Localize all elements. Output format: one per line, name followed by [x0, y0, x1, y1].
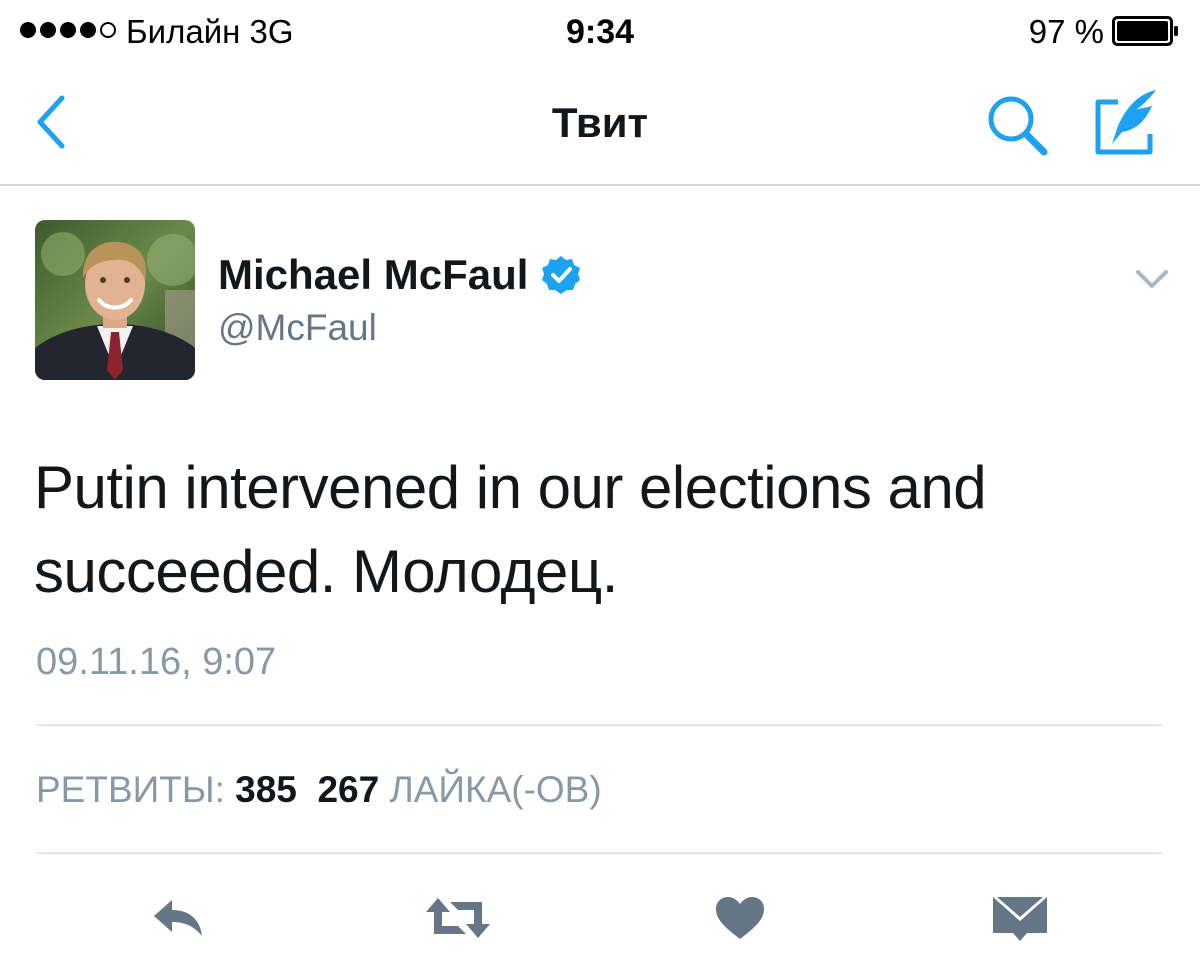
- compose-tweet-icon[interactable]: [1088, 86, 1164, 162]
- navigation-bar: Твит: [0, 62, 1200, 186]
- author-handle[interactable]: @McFaul: [218, 306, 377, 350]
- retweet-button[interactable]: [424, 886, 492, 950]
- chevron-down-icon[interactable]: [1128, 260, 1176, 296]
- retweets-count[interactable]: 385: [235, 769, 297, 810]
- battery-percent: 97 %: [1028, 13, 1104, 50]
- tweet-timestamp: 09.11.16, 9:07: [36, 641, 277, 683]
- likes-count[interactable]: 267: [317, 769, 379, 810]
- battery-icon: [1112, 16, 1178, 46]
- direct-message-button[interactable]: [986, 886, 1054, 950]
- tweet-detail-screen: Билайн 3G 9:34 97 % Твит Michael McFaul …: [0, 0, 1200, 979]
- avatar[interactable]: [35, 220, 195, 380]
- like-button[interactable]: [706, 886, 774, 950]
- reply-icon: [154, 900, 202, 936]
- like-heart-icon: [716, 897, 764, 939]
- direct-message-icon: [993, 897, 1047, 941]
- avatar-photo: [35, 220, 195, 380]
- verified-badge-icon: [542, 256, 581, 294]
- author-name-row[interactable]: Michael McFaul: [218, 250, 582, 300]
- divider: [36, 852, 1162, 854]
- likes-label: ЛАЙКА(-ОВ): [389, 769, 602, 810]
- tweet-stats: РЕТВИТЫ: 385 267 ЛАЙКА(-ОВ): [36, 768, 602, 812]
- status-time: 9:34: [565, 13, 635, 51]
- status-bar: Билайн 3G 9:34 97 %: [0, 0, 1200, 62]
- reply-button[interactable]: [146, 886, 214, 950]
- tweet-text: Putin intervened in our elections and su…: [34, 454, 987, 605]
- retweet-icon: [426, 898, 490, 938]
- retweets-label: РЕТВИТЫ:: [36, 769, 225, 810]
- search-icon[interactable]: [982, 90, 1054, 162]
- divider: [36, 724, 1162, 726]
- author-name[interactable]: Michael McFaul: [218, 250, 528, 300]
